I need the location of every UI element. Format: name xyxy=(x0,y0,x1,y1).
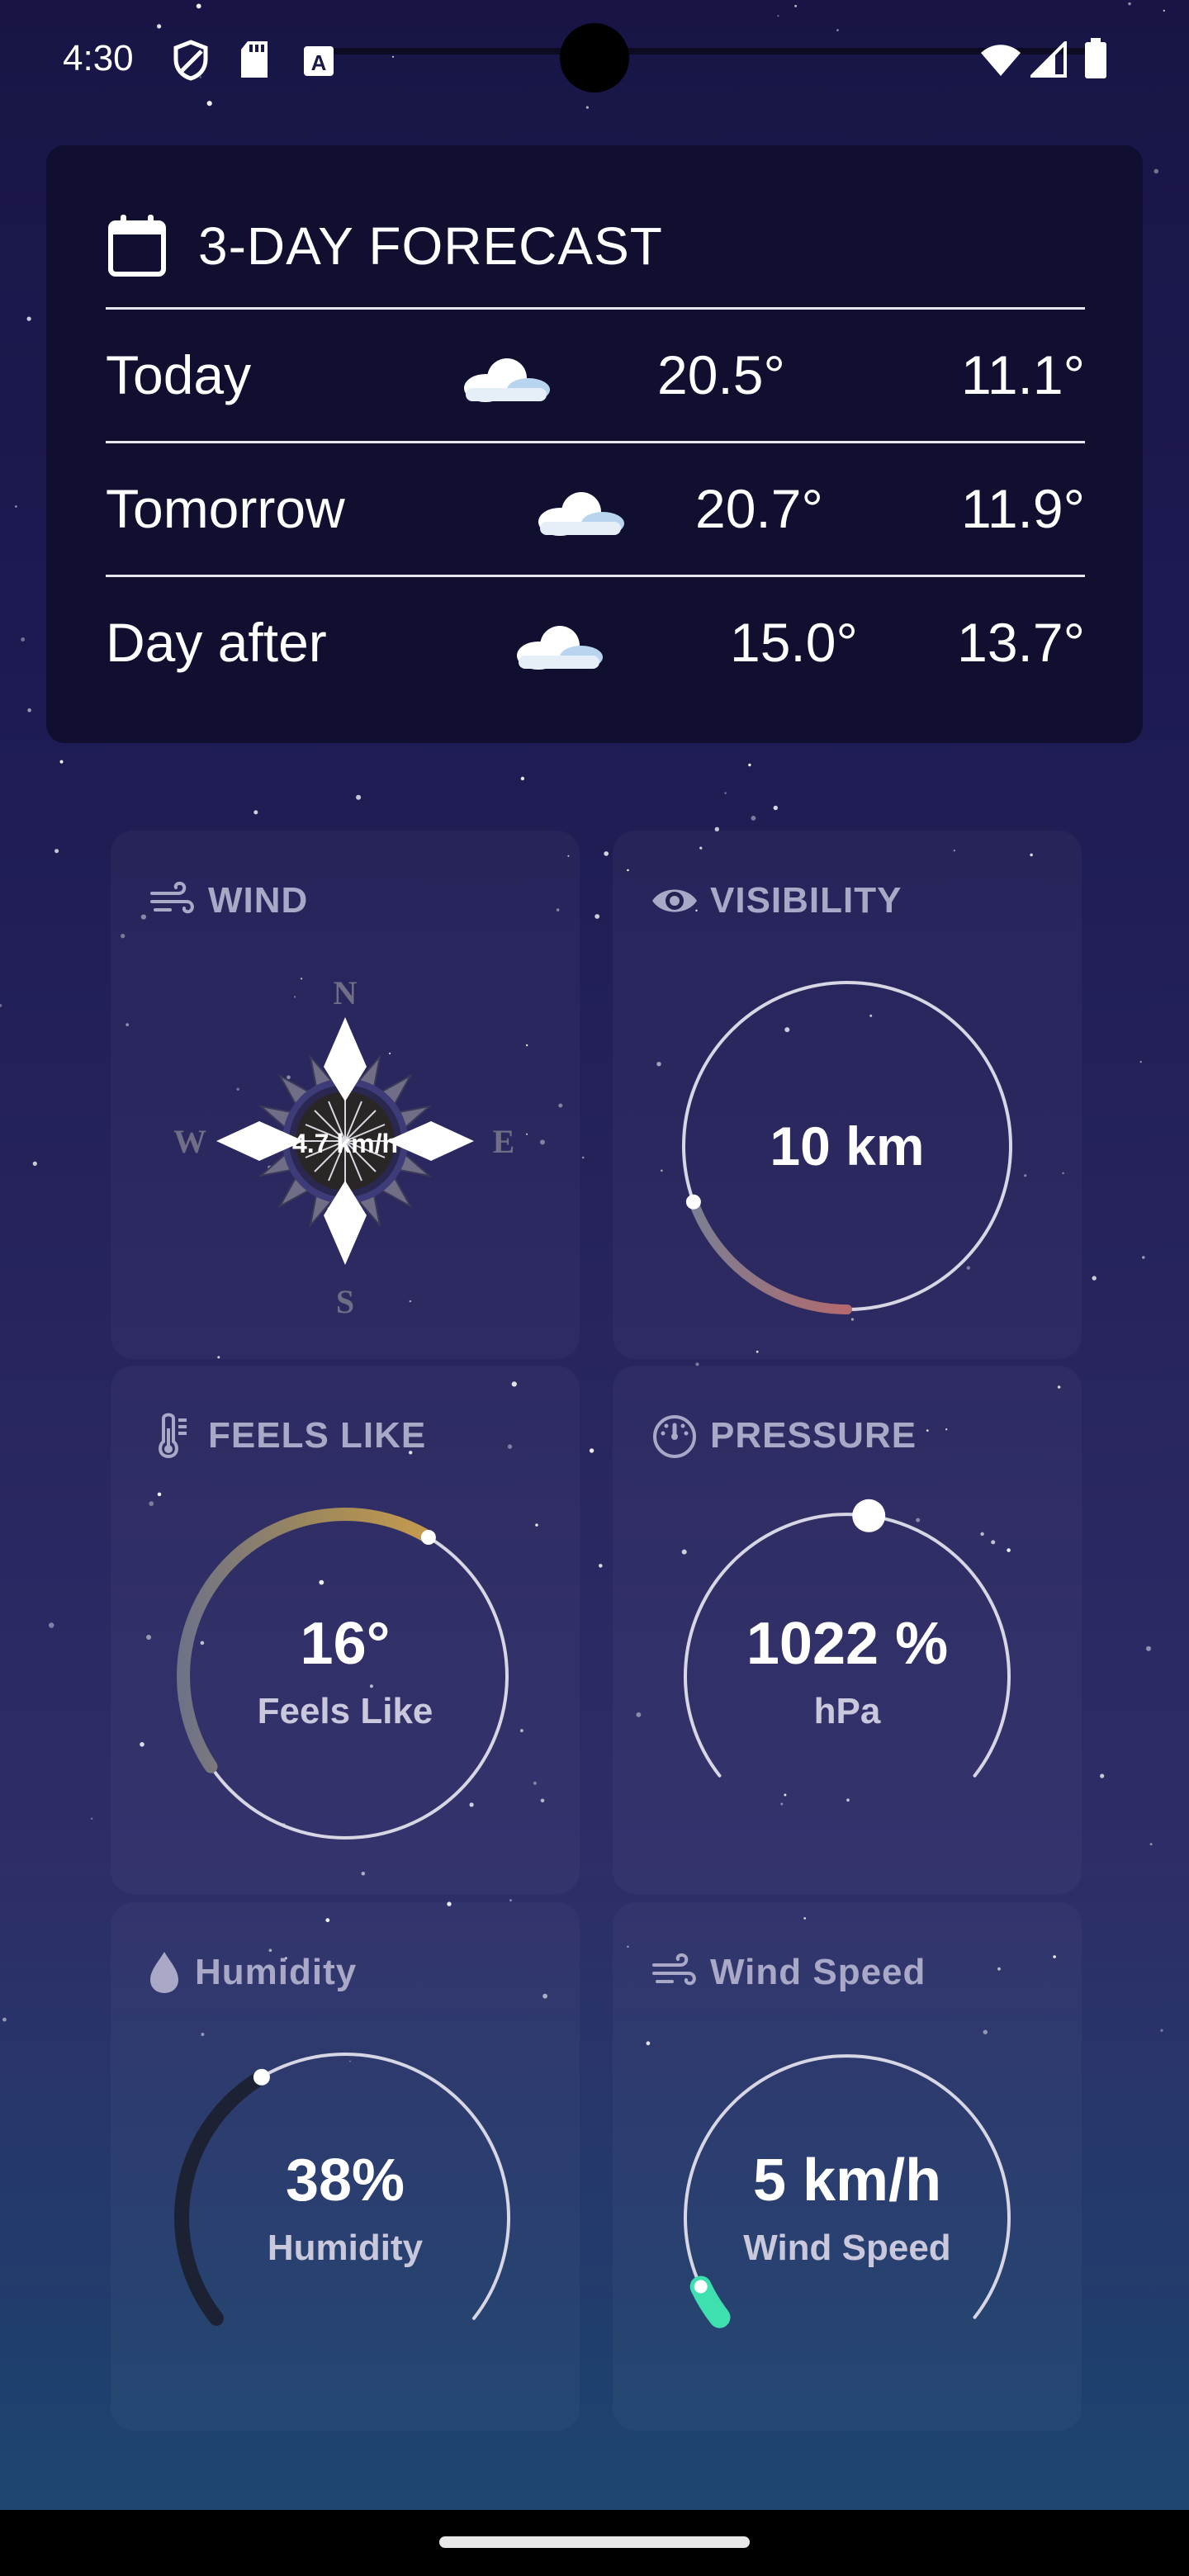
cloud-icon xyxy=(464,358,550,402)
status-bar: 4:30 A xyxy=(0,0,1189,124)
calendar-icon xyxy=(108,215,166,277)
compass-north-label: N xyxy=(334,974,358,1011)
wind-speed-marker xyxy=(694,2280,708,2294)
star xyxy=(1139,1061,1142,1063)
star xyxy=(27,708,31,713)
shield-icon xyxy=(173,40,208,81)
visibility-value: 10 km xyxy=(770,1115,925,1177)
forecast-high: 15.0° xyxy=(730,612,858,673)
compass-west-label: W xyxy=(173,1123,206,1160)
visibility-tile[interactable]: VISIBILITY 10 km xyxy=(613,831,1082,1359)
forecast-divider xyxy=(106,441,1085,443)
star xyxy=(1153,168,1159,174)
star xyxy=(1160,2029,1163,2032)
star xyxy=(49,1622,54,1628)
feels-like-sub: Feels Like xyxy=(257,1691,433,1731)
star xyxy=(520,776,525,781)
forecast-high: 20.5° xyxy=(657,344,785,405)
star xyxy=(589,1448,594,1453)
star xyxy=(1149,1843,1153,1846)
visibility-gauge xyxy=(682,981,1012,1314)
humidity-tile[interactable]: Humidity 38% Humidity xyxy=(111,1902,580,2431)
forecast-day: Today xyxy=(106,344,252,405)
camera-cutout xyxy=(560,23,629,92)
star xyxy=(26,316,31,321)
forecast-title: 3-DAY FORECAST xyxy=(198,216,663,276)
pressure-tile[interactable]: PRESSURE 1022 % hPa xyxy=(613,1366,1082,1894)
visibility-marker xyxy=(685,1194,701,1210)
cloud-icon xyxy=(517,626,603,670)
sd-card-icon xyxy=(241,41,268,78)
cloud-icon xyxy=(538,492,624,536)
star xyxy=(59,760,64,764)
star xyxy=(0,1003,2,1007)
feels-like-value: 16° xyxy=(300,1611,391,1677)
star xyxy=(1092,1276,1097,1281)
star xyxy=(751,816,756,821)
star xyxy=(90,1817,93,1820)
pressure-sub: hPa xyxy=(813,1691,881,1731)
forecast-divider xyxy=(106,307,1085,310)
star xyxy=(356,794,362,800)
star xyxy=(509,1899,512,1902)
compass-south-label: S xyxy=(336,1283,354,1320)
star xyxy=(1100,1773,1105,1778)
visibility-arc xyxy=(688,1196,852,1314)
star xyxy=(1146,1646,1151,1651)
signal-icon xyxy=(1030,41,1067,78)
home-gesture-handle[interactable] xyxy=(439,2536,750,2548)
forecast-row: Tomorrow 20.7° 11.9° xyxy=(106,444,1085,576)
forecast-row: Day after 15.0° 13.7° xyxy=(106,578,1085,710)
humidity-sub: Humidity xyxy=(267,2228,424,2268)
forecast-high: 20.7° xyxy=(695,478,823,539)
feels-like-marker xyxy=(420,1530,436,1545)
star xyxy=(581,1156,585,1159)
star xyxy=(21,637,26,642)
star xyxy=(2,2017,7,2022)
star xyxy=(748,763,751,767)
humidity-value: 38% xyxy=(285,2147,405,2214)
forecast-low: 11.9° xyxy=(961,478,1085,539)
forecast-day: Day after xyxy=(106,612,327,673)
humidity-marker xyxy=(253,2068,270,2086)
wind-speed-value: 5 km/h xyxy=(752,2147,942,2214)
font-a-icon: A xyxy=(304,46,334,76)
pressure-marker xyxy=(852,1499,886,1532)
compass-east-label: E xyxy=(493,1123,515,1160)
pressure-value: 1022 % xyxy=(746,1611,949,1677)
wind-speed-value: 4.7 km/h xyxy=(292,1129,398,1158)
wind-compass: N S W E 4.7 km/h xyxy=(173,974,515,1320)
forecast-low: 13.7° xyxy=(957,612,1085,673)
star xyxy=(253,810,258,815)
feels-like-tile[interactable]: FEELS LIKE 16° Feels Like xyxy=(111,1366,580,1894)
star xyxy=(15,505,17,508)
status-time: 4:30 xyxy=(63,38,134,78)
forecast-card: 3-DAY FORECAST Today 20.5° 11.1° Tomorro… xyxy=(46,145,1143,743)
navigation-bar xyxy=(0,2510,1189,2576)
star xyxy=(604,851,609,856)
star xyxy=(32,1161,37,1166)
wifi-icon xyxy=(981,45,1021,76)
star xyxy=(54,849,59,854)
svg-text:A: A xyxy=(311,50,327,75)
forecast-row: Today 20.5° 11.1° xyxy=(106,310,1085,443)
wind-speed-tile[interactable]: Wind Speed 5 km/h Wind Speed xyxy=(613,1902,1082,2431)
star xyxy=(599,1564,603,1568)
star xyxy=(724,792,727,794)
star xyxy=(773,805,778,811)
wind-speed-sub: Wind Speed xyxy=(743,2228,951,2268)
star xyxy=(1142,1256,1145,1259)
star xyxy=(594,914,600,919)
battery-icon xyxy=(1085,38,1106,78)
forecast-day: Tomorrow xyxy=(106,478,345,539)
forecast-divider xyxy=(106,575,1085,577)
wind-tile[interactable]: WIND N S W E 4.7 km/h xyxy=(111,831,580,1359)
forecast-low: 11.1° xyxy=(961,344,1085,405)
